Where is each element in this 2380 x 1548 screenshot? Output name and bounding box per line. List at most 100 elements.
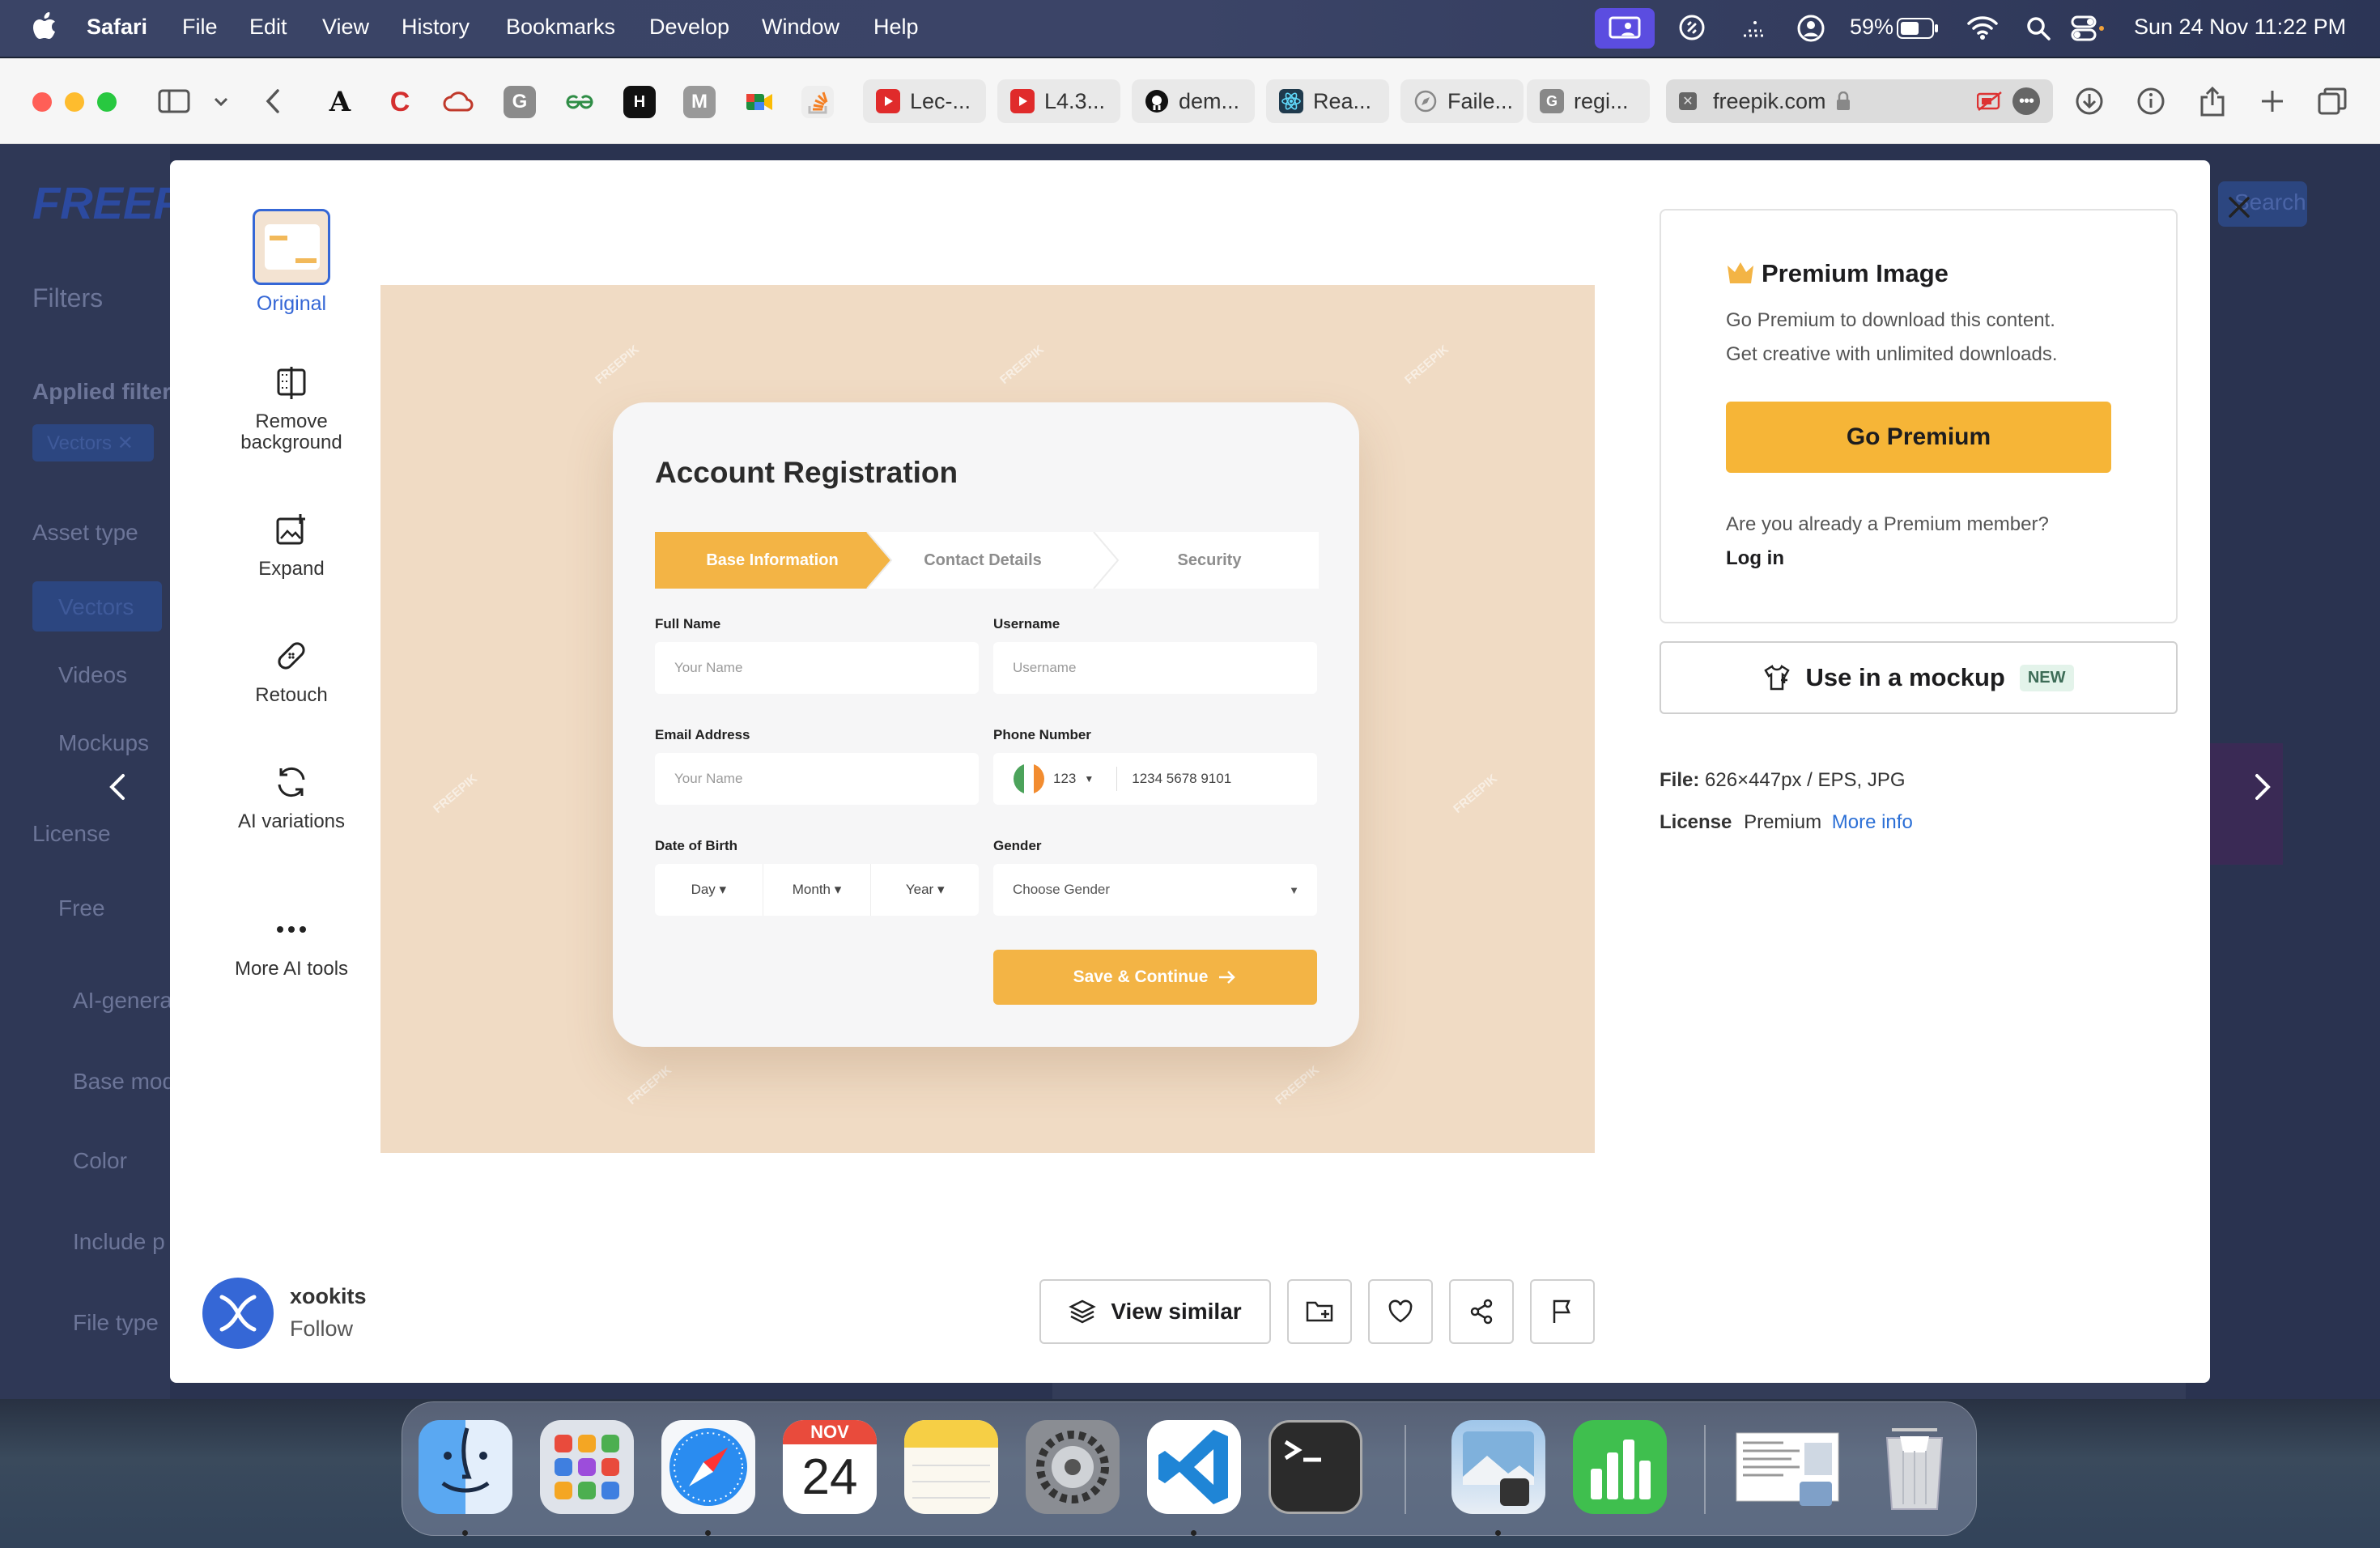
tool-original[interactable]: Original	[202, 209, 380, 314]
active-tab-address-bar[interactable]: ✕ freepik.com •••	[1666, 79, 2053, 123]
preview-app-icon[interactable]	[1451, 1420, 1545, 1514]
more-info-link[interactable]: More info	[1832, 811, 1913, 833]
menu-app-name[interactable]: Safari	[87, 15, 147, 40]
more-options-icon[interactable]: •••	[2012, 87, 2040, 115]
use-in-mockup-button[interactable]: Use in a mockup NEW	[1660, 641, 2178, 714]
wifi-icon[interactable]	[1967, 15, 1998, 40]
battery-icon[interactable]	[1897, 18, 1939, 39]
bg-applied-filters: Applied filters	[32, 379, 184, 404]
tool-expand[interactable]: Expand	[202, 505, 380, 580]
apple-menu-icon[interactable]	[32, 11, 57, 40]
share-button[interactable]	[1449, 1279, 1514, 1344]
tab-label: Rea...	[1313, 88, 1372, 113]
go-premium-button[interactable]: Go Premium	[1726, 402, 2111, 473]
tab-l43[interactable]: L4.3...	[997, 79, 1120, 123]
tab-register[interactable]: G regi...	[1527, 79, 1650, 123]
follow-link[interactable]: Follow	[290, 1316, 353, 1342]
terminal-icon[interactable]	[1269, 1420, 1362, 1514]
report-button[interactable]	[1530, 1279, 1595, 1344]
save-continue-label: Save & Continue	[1073, 968, 1209, 986]
zoom-window-button[interactable]	[97, 92, 117, 112]
caret-down-icon: ▼	[1289, 883, 1299, 896]
share-nodes-icon	[1468, 1299, 1494, 1325]
menu-view[interactable]: View	[322, 15, 369, 40]
tab-overview-icon[interactable]	[2314, 83, 2351, 120]
author-avatar[interactable]	[202, 1278, 274, 1349]
tab-label: regi...	[1574, 88, 1629, 113]
previous-arrow-icon[interactable]	[104, 771, 133, 803]
menu-develop[interactable]: Develop	[649, 15, 729, 40]
close-window-button[interactable]	[32, 92, 52, 112]
favorite-cloud-icon[interactable]	[442, 86, 474, 118]
tab-demo[interactable]: dem...	[1132, 79, 1255, 123]
tool-ai-variations[interactable]: AI variations	[202, 758, 380, 832]
log-in-link[interactable]: Log in	[1726, 547, 1784, 570]
weather-icon[interactable]	[1739, 16, 1771, 40]
menu-window[interactable]: Window	[762, 15, 839, 40]
add-to-collection-button[interactable]	[1287, 1279, 1352, 1344]
camera-blocked-icon[interactable]	[1977, 91, 2003, 112]
share-icon[interactable]	[2194, 83, 2231, 120]
tab-lecture[interactable]: Lec-...	[863, 79, 986, 123]
menu-clock[interactable]: Sun 24 Nov 11:22 PM	[2134, 15, 2346, 40]
downloads-icon[interactable]	[2071, 83, 2108, 120]
notes-icon[interactable]	[904, 1420, 998, 1514]
control-center-icon[interactable]	[2071, 15, 2105, 42]
screen-share-icon[interactable]	[1595, 8, 1655, 49]
favorite-meet-icon[interactable]	[743, 86, 776, 118]
license-value: Premium	[1744, 811, 1822, 833]
close-icon[interactable]	[2216, 185, 2262, 230]
recent-document-thumbnail[interactable]	[1735, 1420, 1840, 1514]
gender-label: Gender	[993, 838, 1042, 853]
close-tab-icon[interactable]: ✕	[1679, 92, 1697, 110]
back-arrow-icon[interactable]	[254, 83, 291, 120]
lock-icon	[1836, 91, 1851, 111]
safari-dock-icon[interactable]	[661, 1420, 755, 1514]
shazam-icon[interactable]	[1679, 15, 1705, 40]
menu-bar: Safari File Edit View History Bookmarks …	[0, 0, 2380, 57]
info-icon[interactable]	[2132, 83, 2170, 120]
bg-asset-type: Asset type	[32, 520, 138, 545]
favorite-g-icon[interactable]: G	[504, 86, 536, 118]
menu-help[interactable]: Help	[873, 15, 919, 40]
step-security: Security	[1177, 551, 1242, 569]
finder-icon[interactable]	[419, 1420, 512, 1514]
menu-edit[interactable]: Edit	[249, 15, 287, 40]
email-label: Email Address	[655, 727, 750, 742]
calendar-icon[interactable]: NOV 24	[783, 1420, 877, 1514]
remove-background-icon	[202, 358, 380, 406]
numbers-icon[interactable]	[1573, 1420, 1667, 1514]
menu-bookmarks[interactable]: Bookmarks	[506, 15, 615, 40]
favorite-stack-icon[interactable]	[801, 86, 834, 118]
spotlight-search-icon[interactable]	[2025, 15, 2051, 41]
user-account-icon[interactable]	[1797, 15, 1825, 42]
new-tab-plus-icon[interactable]	[2254, 83, 2291, 120]
vscode-icon[interactable]	[1147, 1420, 1241, 1514]
bg-filters-label: Filters	[32, 283, 104, 313]
tool-more-ai-tools[interactable]: More AI tools	[202, 905, 380, 980]
chevron-down-icon[interactable]	[202, 83, 240, 120]
favorite-a-icon[interactable]: A	[324, 86, 356, 118]
favorite-h-icon[interactable]: H	[623, 86, 656, 118]
next-arrow-icon[interactable]	[2247, 771, 2276, 803]
menu-history[interactable]: History	[402, 15, 470, 40]
minimize-window-button[interactable]	[65, 92, 84, 112]
tool-retouch[interactable]: Retouch	[202, 632, 380, 706]
email-field: Your Name	[655, 753, 979, 805]
tool-remove-background[interactable]: Remove background	[202, 358, 380, 453]
like-button[interactable]	[1368, 1279, 1433, 1344]
favorite-m-icon[interactable]: M	[683, 86, 716, 118]
favorite-geeks-icon[interactable]	[563, 86, 596, 118]
system-settings-icon[interactable]	[1026, 1420, 1120, 1514]
tab-failed[interactable]: Faile...	[1400, 79, 1524, 123]
sidebar-toggle-icon[interactable]	[155, 83, 193, 120]
author-name[interactable]: xookits	[290, 1284, 367, 1309]
tab-react[interactable]: Rea...	[1266, 79, 1389, 123]
favorite-c-icon[interactable]: C	[384, 86, 416, 118]
view-similar-button[interactable]: View similar	[1039, 1279, 1271, 1344]
react-icon	[1279, 89, 1303, 113]
trash-icon[interactable]	[1868, 1420, 1961, 1514]
menu-file[interactable]: File	[182, 15, 218, 40]
step-base-information: Base Information	[706, 551, 839, 569]
launchpad-icon[interactable]	[540, 1420, 634, 1514]
